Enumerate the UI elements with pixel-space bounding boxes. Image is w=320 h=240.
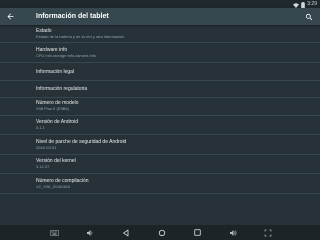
arrow-back-icon[interactable] bbox=[4, 10, 17, 23]
status-bar: 3:29 bbox=[0, 0, 320, 8]
volume-up-icon[interactable] bbox=[227, 227, 238, 238]
recents-icon[interactable] bbox=[192, 227, 203, 238]
list-item-numero-de-compilacion[interactable]: Número de compilación V2_X98_20160816 bbox=[0, 178, 320, 189]
search-icon[interactable] bbox=[302, 10, 315, 23]
page-title: Información del tablet bbox=[36, 13, 109, 20]
list-item-nivel-de-parche: Nivel de parche de seguridad de Android … bbox=[0, 139, 320, 150]
list-item-subtitle: Estado de la batería y de la red y otra … bbox=[36, 34, 125, 39]
settings-list: Estado Estado de la batería y de la red … bbox=[0, 25, 320, 225]
divider bbox=[0, 134, 320, 135]
list-item-subtitle: 3.14.37 bbox=[36, 164, 50, 169]
volume-down-icon[interactable] bbox=[84, 227, 95, 238]
list-item-subtitle: CPU info,storage info,camera info bbox=[36, 53, 97, 58]
settings-screen: 3:29 Información del tablet Estado Estad… bbox=[0, 0, 320, 240]
navigation-bar bbox=[0, 225, 320, 240]
list-item-title: Información regulatoria bbox=[36, 86, 88, 92]
divider bbox=[0, 42, 320, 43]
divider bbox=[0, 62, 320, 63]
list-item-subtitle: V2_X98_20160816 bbox=[36, 184, 71, 189]
list-item-numero-de-modelo: Número de modelo X98 Plus II (E5B6) bbox=[0, 100, 320, 111]
list-item-informacion-regulatoria[interactable]: Información regulatoria bbox=[0, 86, 320, 92]
list-item-hardware-info[interactable]: Hardware info CPU info,storage info,came… bbox=[0, 47, 320, 58]
list-item-estado[interactable]: Estado Estado de la batería y de la red … bbox=[0, 28, 320, 39]
list-item-version-del-kernel: Versión del kernel 3.14.37 bbox=[0, 158, 320, 169]
keyboard-icon[interactable] bbox=[49, 227, 60, 238]
divider bbox=[0, 173, 320, 174]
back-icon[interactable] bbox=[120, 227, 131, 238]
list-item-version-de-android[interactable]: Versión de Android 5.1.1 bbox=[0, 119, 320, 130]
list-item-informacion-legal[interactable]: Información legal bbox=[0, 69, 320, 75]
divider bbox=[0, 97, 320, 98]
divider bbox=[0, 193, 320, 194]
list-item-subtitle: X98 Plus II (E5B6) bbox=[36, 106, 69, 111]
divider bbox=[0, 154, 320, 155]
list-item-subtitle: 2016-03-01 bbox=[36, 145, 57, 150]
app-bar: Información del tablet bbox=[0, 8, 320, 25]
list-item-title: Información legal bbox=[36, 69, 75, 75]
screenshot-icon[interactable] bbox=[262, 227, 273, 238]
home-icon[interactable] bbox=[156, 227, 167, 238]
list-item-subtitle: 5.1.1 bbox=[36, 125, 45, 130]
status-time: 3:29 bbox=[307, 1, 317, 7]
divider bbox=[0, 115, 320, 116]
divider bbox=[0, 80, 320, 81]
